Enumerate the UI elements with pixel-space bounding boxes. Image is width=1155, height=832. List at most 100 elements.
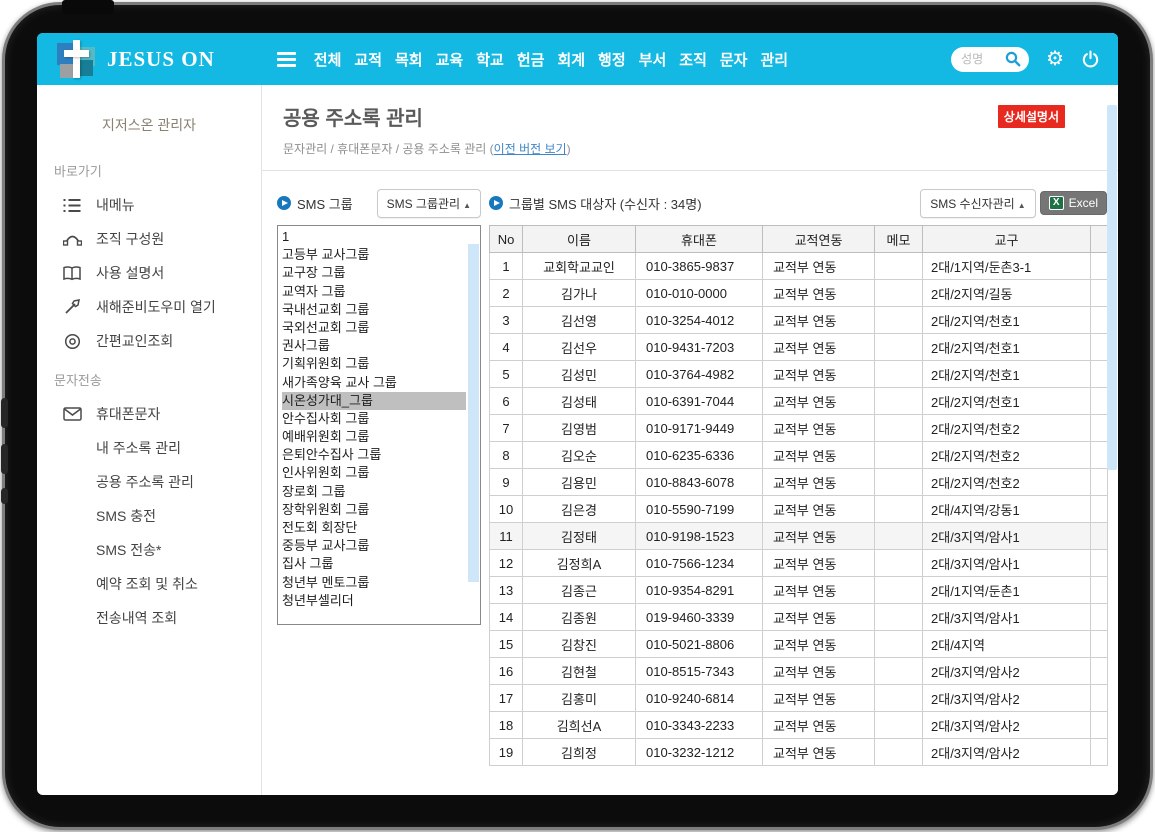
recipient-row-7[interactable]: 7김영범010-9171-9449교적부 연동2대/2지역/천호2 (490, 415, 1108, 442)
recipient-row-6[interactable]: 6김성태010-6391-7044교적부 연동2대/2지역/천호1 (490, 388, 1108, 415)
group-list-item-19[interactable]: 청년부 멘토그룹 (282, 574, 466, 592)
search-icon[interactable] (1005, 51, 1021, 67)
group-list-item-9[interactable]: 시온성가대_그룹 (282, 392, 466, 410)
cell-spacer (1091, 496, 1108, 523)
sidebar-item-0-4[interactable]: 간편교인조회 (37, 324, 261, 358)
settings-gear-icon[interactable]: ⚙ (1046, 49, 1064, 69)
group-list-item-5[interactable]: 국외선교회 그룹 (282, 319, 466, 337)
nav-item-0[interactable]: 전체 (314, 49, 342, 70)
recipient-row-14[interactable]: 14김종원019-9460-3339교적부 연동2대/3지역/암사1 (490, 604, 1108, 631)
recipient-row-16[interactable]: 16김현철010-8515-7343교적부 연동2대/3지역/암사2 (490, 658, 1108, 685)
group-list-item-8[interactable]: 새가족양육 교사 그룹 (282, 374, 466, 392)
group-list-item-17[interactable]: 중등부 교사그룹 (282, 537, 466, 555)
previous-version-link[interactable]: 이전 버전 보기 (494, 142, 567, 156)
group-list-item-13[interactable]: 인사위원회 그룹 (282, 464, 466, 482)
nav-item-6[interactable]: 회계 (557, 49, 585, 70)
cell-No: 7 (490, 415, 523, 442)
recipient-row-1[interactable]: 1교회학교교인010-3865-9837교적부 연동2대/1지역/둔촌3-1 (490, 253, 1108, 280)
page-scrollbar[interactable] (1107, 105, 1117, 470)
group-list-item-1[interactable]: 고등부 교사그룹 (282, 246, 466, 264)
cell-교적연동: 교적부 연동 (763, 253, 875, 280)
cell-교적연동: 교적부 연동 (763, 469, 875, 496)
nav-item-2[interactable]: 목회 (395, 49, 423, 70)
cell-No: 13 (490, 577, 523, 604)
recipient-row-10[interactable]: 10김은경010-5590-7199교적부 연동2대/4지역/강동1 (490, 496, 1108, 523)
group-list-item-15[interactable]: 장학위원회 그룹 (282, 501, 466, 519)
sms-recipient-manage-button[interactable]: SMS 수신자관리▲ (920, 189, 1035, 218)
cell-교적연동: 교적부 연동 (763, 334, 875, 361)
group-list-item-6[interactable]: 권사그룹 (282, 337, 466, 355)
group-list-item-2[interactable]: 교구장 그룹 (282, 264, 466, 282)
sidebar-item-1-5[interactable]: 예약 조회 및 취소 (37, 567, 261, 601)
group-list-item-10[interactable]: 안수집사회 그룹 (282, 410, 466, 428)
sidebar-item-1-3[interactable]: SMS 충전 (37, 499, 261, 533)
breadcrumb-path: 문자관리 / 휴대폰문자 / 공용 주소록 관리 (283, 142, 486, 156)
recipient-row-4[interactable]: 4김선우010-9431-7203교적부 연동2대/2지역/천호1 (490, 334, 1108, 361)
sidebar-item-0-3[interactable]: 새해준비도우미 열기 (37, 290, 261, 324)
recipient-row-19[interactable]: 19김희정010-3232-1212교적부 연동2대/3지역/암사2 (490, 739, 1108, 766)
group-list-item-11[interactable]: 예배위원회 그룹 (282, 428, 466, 446)
group-list-item-0[interactable]: 1 (282, 228, 466, 246)
search-input[interactable] (961, 52, 1005, 66)
cell-No: 14 (490, 604, 523, 631)
cell-이름: 김오순 (523, 442, 636, 469)
detail-manual-badge[interactable]: 상세설명서 (998, 105, 1065, 128)
cell-휴대폰: 010-9354-8291 (636, 577, 763, 604)
sidebar-item-label: 내 주소록 관리 (96, 438, 181, 458)
cell-spacer (1091, 739, 1108, 766)
cell-메모 (875, 739, 923, 766)
group-list-item-7[interactable]: 기획위원회 그룹 (282, 355, 466, 373)
nav-item-7[interactable]: 행정 (598, 49, 626, 70)
group-list-scrollbar[interactable] (468, 244, 479, 582)
sidebar-item-1-6[interactable]: 전송내역 조회 (37, 601, 261, 635)
recipients-panel: 그룹별 SMS 대상자 (수신자 : 34명) SMS 수신자관리▲ X Exc… (489, 188, 1107, 766)
group-list-item-16[interactable]: 전도회 회장단 (282, 519, 466, 537)
group-list-item-3[interactable]: 교역자 그룹 (282, 283, 466, 301)
cell-교적연동: 교적부 연동 (763, 307, 875, 334)
nav-item-8[interactable]: 부서 (639, 49, 667, 70)
group-list-item-18[interactable]: 집사 그룹 (282, 555, 466, 573)
sidebar-item-1-0[interactable]: 휴대폰문자 (37, 397, 261, 431)
recipient-row-11[interactable]: 11김정태010-9198-1523교적부 연동2대/3지역/암사1 (490, 523, 1108, 550)
sms-group-manage-button[interactable]: SMS 그룹관리▲ (377, 189, 481, 218)
sidebar-item-0-2[interactable]: 사용 설명서 (37, 256, 261, 290)
sidebar-item-1-1[interactable]: 내 주소록 관리 (37, 431, 261, 465)
group-list-item-12[interactable]: 은퇴안수집사 그룹 (282, 446, 466, 464)
nav-item-1[interactable]: 교적 (354, 49, 382, 70)
nav-item-5[interactable]: 헌금 (517, 49, 545, 70)
cell-교적연동: 교적부 연동 (763, 523, 875, 550)
cell-메모 (875, 685, 923, 712)
book-icon (62, 264, 82, 282)
recipient-row-3[interactable]: 3김선영010-3254-4012교적부 연동2대/2지역/천호1 (490, 307, 1108, 334)
group-list-item-4[interactable]: 국내선교회 그룹 (282, 301, 466, 319)
recipient-row-17[interactable]: 17김홍미010-9240-6814교적부 연동2대/3지역/암사2 (490, 685, 1108, 712)
nav-item-11[interactable]: 관리 (760, 49, 788, 70)
nav-item-3[interactable]: 교육 (436, 49, 464, 70)
group-list-item-14[interactable]: 장로회 그룹 (282, 483, 466, 501)
nav-item-4[interactable]: 학교 (476, 49, 504, 70)
recipient-row-13[interactable]: 13김종근010-9354-8291교적부 연동2대/1지역/둔촌1 (490, 577, 1108, 604)
cell-휴대폰: 010-6235-6336 (636, 442, 763, 469)
nav-item-10[interactable]: 문자 (720, 49, 748, 70)
cell-No: 12 (490, 550, 523, 577)
recipient-row-15[interactable]: 15김창진010-5021-8806교적부 연동2대/4지역 (490, 631, 1108, 658)
nav-item-9[interactable]: 조직 (679, 49, 707, 70)
sidebar-item-1-2[interactable]: 공용 주소록 관리 (37, 465, 261, 499)
recipient-row-5[interactable]: 5김성민010-3764-4982교적부 연동2대/2지역/천호1 (490, 361, 1108, 388)
recipient-row-2[interactable]: 2김가나010-010-0000교적부 연동2대/2지역/길동 (490, 280, 1108, 307)
cell-이름: 교회학교교인 (523, 253, 636, 280)
recipient-row-8[interactable]: 8김오순010-6235-6336교적부 연동2대/2지역/천호2 (490, 442, 1108, 469)
sidebar-item-label: SMS 충전 (96, 506, 156, 526)
recipient-row-9[interactable]: 9김용민010-8843-6078교적부 연동2대/2지역/천호2 (490, 469, 1108, 496)
recipient-row-12[interactable]: 12김정희A010-7566-1234교적부 연동2대/3지역/암사1 (490, 550, 1108, 577)
group-list-item-20[interactable]: 청년부셀리더 (282, 592, 466, 610)
excel-export-button[interactable]: X Excel (1040, 191, 1107, 215)
sidebar-item-0-1[interactable]: 조직 구성원 (37, 222, 261, 256)
cell-No: 6 (490, 388, 523, 415)
hamburger-menu-icon[interactable] (277, 49, 296, 70)
sidebar-item-0-0[interactable]: 내메뉴 (37, 188, 261, 222)
sidebar-item-1-4[interactable]: SMS 전송* (37, 533, 261, 567)
power-icon[interactable] (1081, 50, 1100, 69)
breadcrumb: 문자관리 / 휴대폰문자 / 공용 주소록 관리 (이전 버전 보기) (283, 140, 1098, 157)
recipient-row-18[interactable]: 18김희선A010-3343-2233교적부 연동2대/3지역/암사2 (490, 712, 1108, 739)
